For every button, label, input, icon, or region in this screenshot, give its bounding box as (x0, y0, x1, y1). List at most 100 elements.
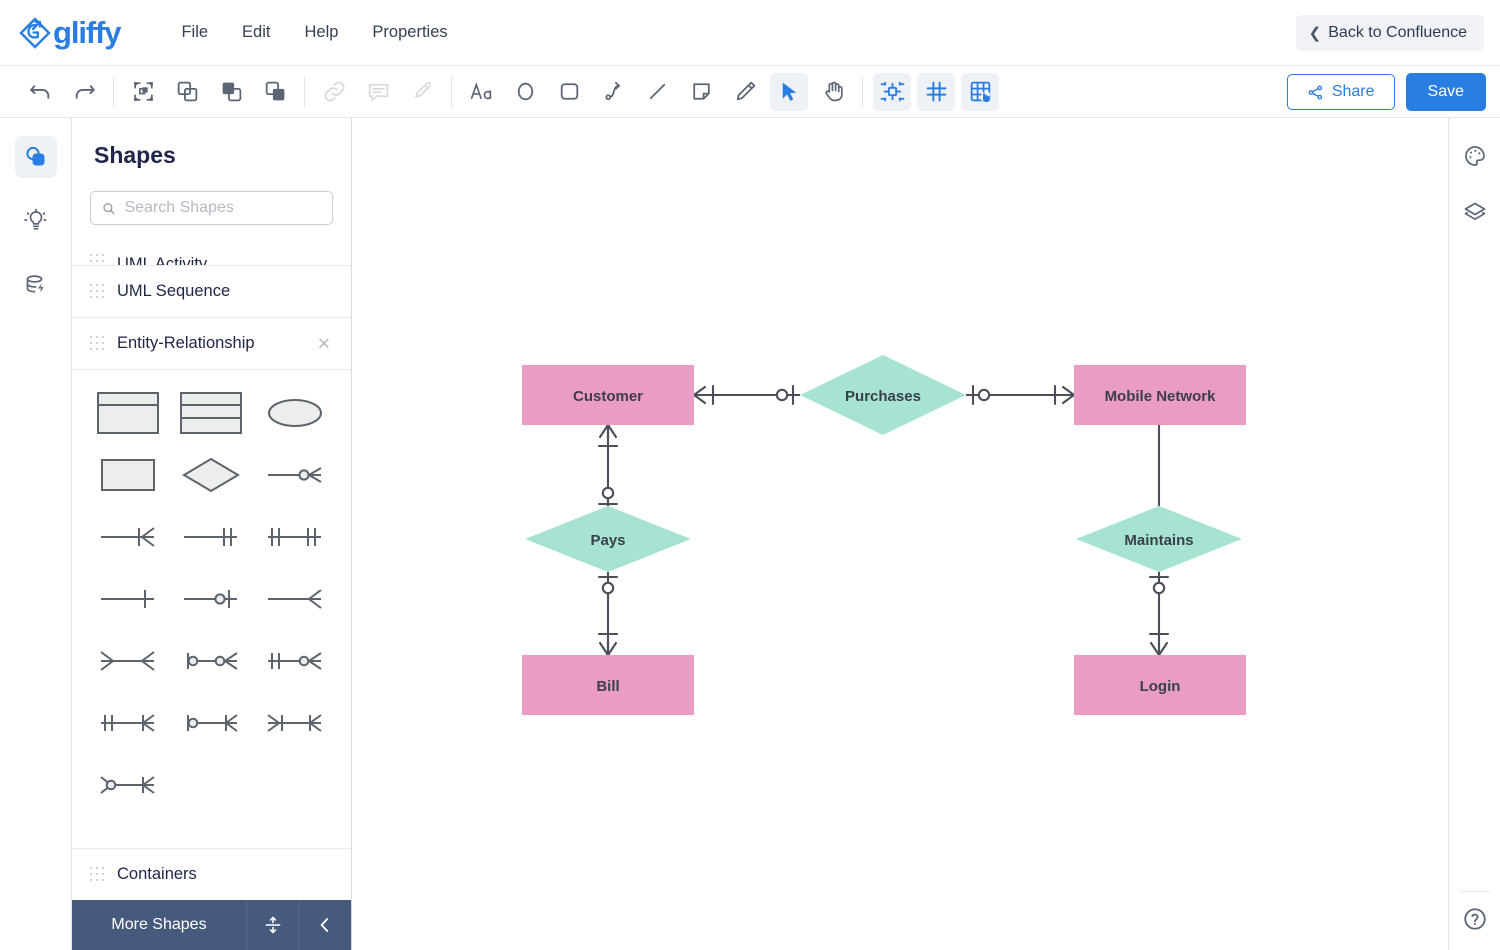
shape-entity-three-row[interactable] (170, 386, 254, 440)
theme-colors-button[interactable] (1457, 138, 1493, 174)
snap-to-grid-button[interactable] (961, 73, 999, 111)
crowfoot-marker (600, 641, 616, 655)
conn-many-onemany-icon (264, 702, 326, 744)
right-rail (1448, 118, 1500, 950)
menu-help[interactable]: Help (287, 16, 355, 49)
bring-to-front-button[interactable] (212, 73, 250, 111)
close-library-icon[interactable]: ✕ (317, 335, 331, 352)
gliffy-editor: gliffy File Edit Help Properties ❮ Back … (0, 0, 1500, 950)
shape-entity-plain[interactable] (86, 448, 170, 502)
conn-one-one-both-icon (264, 516, 326, 558)
relationship-diamond-icon (180, 454, 242, 496)
library-uml-activity[interactable]: UML Activity (72, 239, 351, 265)
select-tool-button[interactable] (770, 73, 808, 111)
shape-conn-one-many[interactable] (86, 510, 170, 564)
help-button[interactable] (1458, 902, 1492, 936)
conn-zeromany-zeromany-icon (180, 640, 242, 682)
undo-button[interactable] (21, 73, 59, 111)
library-label: Entity-Relationship (117, 334, 255, 353)
search-shapes-input[interactable] (124, 199, 321, 217)
comment-button[interactable] (359, 73, 397, 111)
snap-to-object-icon (880, 79, 905, 104)
connector-tool-button[interactable] (594, 73, 632, 111)
shape-conn-one-plain[interactable] (86, 572, 170, 626)
note-tool-button[interactable] (682, 73, 720, 111)
redo-button[interactable] (65, 73, 103, 111)
snap-to-object-button[interactable] (873, 73, 911, 111)
conn-one-only-icon (180, 516, 242, 558)
ellipse-tool-button[interactable] (506, 73, 544, 111)
library-uml-sequence[interactable]: UML Sequence (72, 265, 351, 317)
shape-conn-zero-one[interactable] (170, 572, 254, 626)
duplicate-button[interactable] (168, 73, 206, 111)
shape-conn-onemany-onemany[interactable] (86, 696, 170, 750)
toolbar: Share Save (0, 66, 1500, 118)
drag-handle-icon[interactable] (90, 336, 106, 352)
menu-edit[interactable]: Edit (225, 16, 287, 49)
menu-properties[interactable]: Properties (355, 16, 464, 49)
data-rail-icon (23, 272, 49, 298)
entity-plain-icon (97, 454, 159, 496)
ellipse-icon (513, 79, 538, 104)
rail-shapes-button[interactable] (15, 136, 57, 178)
more-shapes-button[interactable]: More Shapes (72, 900, 247, 950)
conn-onemany-onemany-icon (97, 702, 159, 744)
shape-conn-zeromany-onemany[interactable] (86, 758, 170, 812)
line-tool-button[interactable] (638, 73, 676, 111)
toolbar-actions: Share Save (1287, 66, 1486, 118)
back-to-confluence-button[interactable]: ❮ Back to Confluence (1296, 15, 1484, 51)
menu-file[interactable]: File (164, 16, 225, 49)
rail-themes-button[interactable] (15, 200, 57, 242)
panel-footer: More Shapes (72, 900, 351, 950)
shape-conn-many[interactable] (253, 572, 337, 626)
redo-icon (72, 79, 97, 104)
send-to-back-button[interactable] (256, 73, 294, 111)
shape-conn-many-many[interactable] (86, 634, 170, 688)
toolbar-group-history (18, 66, 106, 118)
search-shapes-box[interactable] (90, 191, 333, 225)
shapes-rail-icon (23, 144, 49, 170)
shape-conn-zeroone-onemany[interactable] (170, 696, 254, 750)
main-menu: File Edit Help Properties (164, 16, 464, 49)
format-painter-button[interactable] (403, 73, 441, 111)
save-button[interactable]: Save (1406, 73, 1486, 111)
shape-conn-zero-many[interactable] (253, 448, 337, 502)
resize-panel-button[interactable] (247, 900, 299, 950)
text-tool-button[interactable] (462, 73, 500, 111)
diagram-canvas[interactable]: Purchases Pays Maintains Customer Mobile… (352, 118, 1448, 950)
shape-conn-onemany-zeromany[interactable] (253, 634, 337, 688)
shape-conn-one-only[interactable] (170, 510, 254, 564)
share-button[interactable]: Share (1287, 74, 1395, 110)
toolbar-group-annotate (312, 66, 444, 118)
search-shapes-wrap (72, 191, 351, 239)
layers-button[interactable] (1457, 194, 1493, 230)
zero-circle-marker (1154, 583, 1164, 593)
shape-conn-many-onemany[interactable] (253, 696, 337, 750)
connector-icon (601, 79, 626, 104)
shape-relationship-diamond[interactable] (170, 448, 254, 502)
library-entity-relationship[interactable]: Entity-Relationship ✕ (72, 317, 351, 369)
drag-handle-icon[interactable] (90, 867, 106, 883)
shape-conn-zeromany-zeromany[interactable] (170, 634, 254, 688)
draw-tool-button[interactable] (726, 73, 764, 111)
rail-data-button[interactable] (15, 264, 57, 306)
group-button[interactable] (124, 73, 162, 111)
entity-two-row-icon (97, 392, 159, 434)
conn-many-icon (264, 578, 326, 620)
drag-handle-icon[interactable] (90, 254, 106, 265)
show-grid-button[interactable] (917, 73, 955, 111)
toolbar-divider (451, 77, 452, 107)
drag-handle-icon[interactable] (90, 284, 106, 300)
collapse-panel-button[interactable] (299, 900, 351, 950)
shape-ellipse-attribute[interactable] (253, 386, 337, 440)
shape-entity-two-row[interactable] (86, 386, 170, 440)
link-button[interactable] (315, 73, 353, 111)
gliffy-logo-icon (18, 16, 52, 50)
menu-bar: gliffy File Edit Help Properties ❮ Back … (0, 0, 1500, 66)
rectangle-tool-button[interactable] (550, 73, 588, 111)
conn-onemany-zeromany-icon (264, 640, 326, 682)
library-containers[interactable]: Containers (72, 848, 351, 900)
gliffy-logo[interactable]: gliffy (18, 16, 120, 50)
shape-conn-one-one-both[interactable] (253, 510, 337, 564)
pan-tool-button[interactable] (814, 73, 852, 111)
